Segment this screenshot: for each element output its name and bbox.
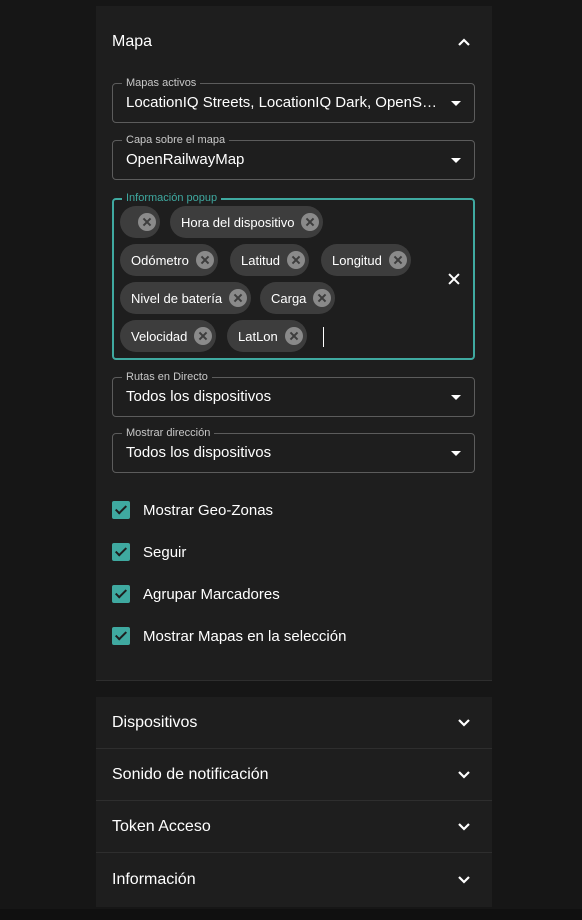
checkbox-checked-icon[interactable] <box>112 501 130 519</box>
cancel-circle-icon[interactable] <box>138 213 156 231</box>
active-maps-value: LocationIQ Streets, LocationIQ Dark, Ope… <box>126 94 440 111</box>
cancel-circle-icon[interactable] <box>313 289 332 307</box>
checkbox-label: Mostrar Geo-Zonas <box>143 501 274 519</box>
map-settings-panel: Mapa Mapas activos LocationIQ Streets, L… <box>96 6 492 680</box>
checkbox-follow[interactable]: Seguir <box>112 540 186 564</box>
popup-chip-odometro[interactable]: Odómetro <box>120 244 218 276</box>
cancel-circle-icon[interactable] <box>195 251 214 269</box>
checkbox-checked-icon[interactable] <box>112 627 130 645</box>
overlay-value: OpenRailwayMap <box>126 151 245 168</box>
popup-chip-carga[interactable]: Carga <box>260 282 336 314</box>
text-cursor <box>323 327 324 347</box>
popup-chip-latitud[interactable]: Latitud <box>230 244 310 276</box>
section-sonido[interactable]: Sonido de notificación <box>96 749 492 800</box>
checkbox-label: Mostrar Mapas en la selección <box>143 627 347 645</box>
close-icon[interactable] <box>445 270 463 288</box>
checkbox-show-maps[interactable]: Mostrar Mapas en la selección <box>112 624 346 648</box>
live-routes-select[interactable]: Rutas en Directo Todos los dispositivos <box>112 370 475 417</box>
live-routes-value: Todos los dispositivos <box>126 388 272 405</box>
chevron-up-icon[interactable] <box>456 34 472 50</box>
popup-chip-velocidad[interactable]: Velocidad <box>120 320 217 352</box>
cancel-circle-icon[interactable] <box>287 251 306 269</box>
popup-info-label: Información popup <box>122 191 222 205</box>
dropdown-arrow-icon[interactable] <box>451 158 461 163</box>
dropdown-arrow-icon[interactable] <box>451 451 461 456</box>
checkbox-geozones[interactable]: Mostrar Geo-Zonas <box>112 498 273 522</box>
section-title: Información <box>112 871 196 888</box>
popup-info-multiselect[interactable]: Información popup Hora del dispositivo O… <box>112 191 475 360</box>
window-bottom-edge <box>0 909 582 920</box>
overlay-select[interactable]: Capa sobre el mapa OpenRailwayMap <box>112 133 475 180</box>
section-title: Sonido de notificación <box>112 765 269 783</box>
checkbox-label: Seguir <box>143 543 187 561</box>
checkbox-cluster[interactable]: Agrupar Marcadores <box>112 582 280 606</box>
dropdown-arrow-icon[interactable] <box>451 395 461 400</box>
chevron-down-icon[interactable] <box>456 872 472 888</box>
section-dispositivos[interactable]: Dispositivos <box>96 697 492 748</box>
show-direction-select[interactable]: Mostrar dirección Todos los dispositivos <box>112 426 475 473</box>
section-title: Dispositivos <box>112 713 198 731</box>
popup-chip-latlon[interactable]: LatLon <box>227 320 307 352</box>
cancel-circle-icon[interactable] <box>301 213 320 231</box>
section-token[interactable]: Token Acceso <box>96 801 492 852</box>
popup-chip-bateria[interactable]: Nivel de batería <box>120 282 252 314</box>
active-maps-select[interactable]: Mapas activos LocationIQ Streets, Locati… <box>112 76 475 123</box>
popup-chip-longitud[interactable]: Longitud <box>321 244 411 276</box>
cancel-circle-icon[interactable] <box>388 251 407 269</box>
chevron-down-icon[interactable] <box>456 715 472 731</box>
map-section-header[interactable]: Mapa <box>112 28 472 56</box>
divider <box>96 680 492 681</box>
cancel-circle-icon[interactable] <box>194 327 213 345</box>
checkbox-label: Agrupar Marcadores <box>143 585 280 603</box>
cancel-circle-icon[interactable] <box>229 289 248 307</box>
chevron-down-icon[interactable] <box>456 819 472 835</box>
dropdown-arrow-icon[interactable] <box>451 101 461 106</box>
checkbox-checked-icon[interactable] <box>112 543 130 561</box>
chevron-down-icon[interactable] <box>456 767 472 783</box>
popup-chip-hora[interactable]: Hora del dispositivo <box>170 206 324 238</box>
show-direction-value: Todos los dispositivos <box>126 444 272 461</box>
checkbox-checked-icon[interactable] <box>112 585 130 603</box>
section-title: Token Acceso <box>112 817 211 835</box>
popup-chip-empty[interactable] <box>120 206 160 238</box>
cancel-circle-icon[interactable] <box>284 327 303 345</box>
section-informacion[interactable]: Información <box>96 853 492 907</box>
map-section-title: Mapa <box>112 33 153 50</box>
